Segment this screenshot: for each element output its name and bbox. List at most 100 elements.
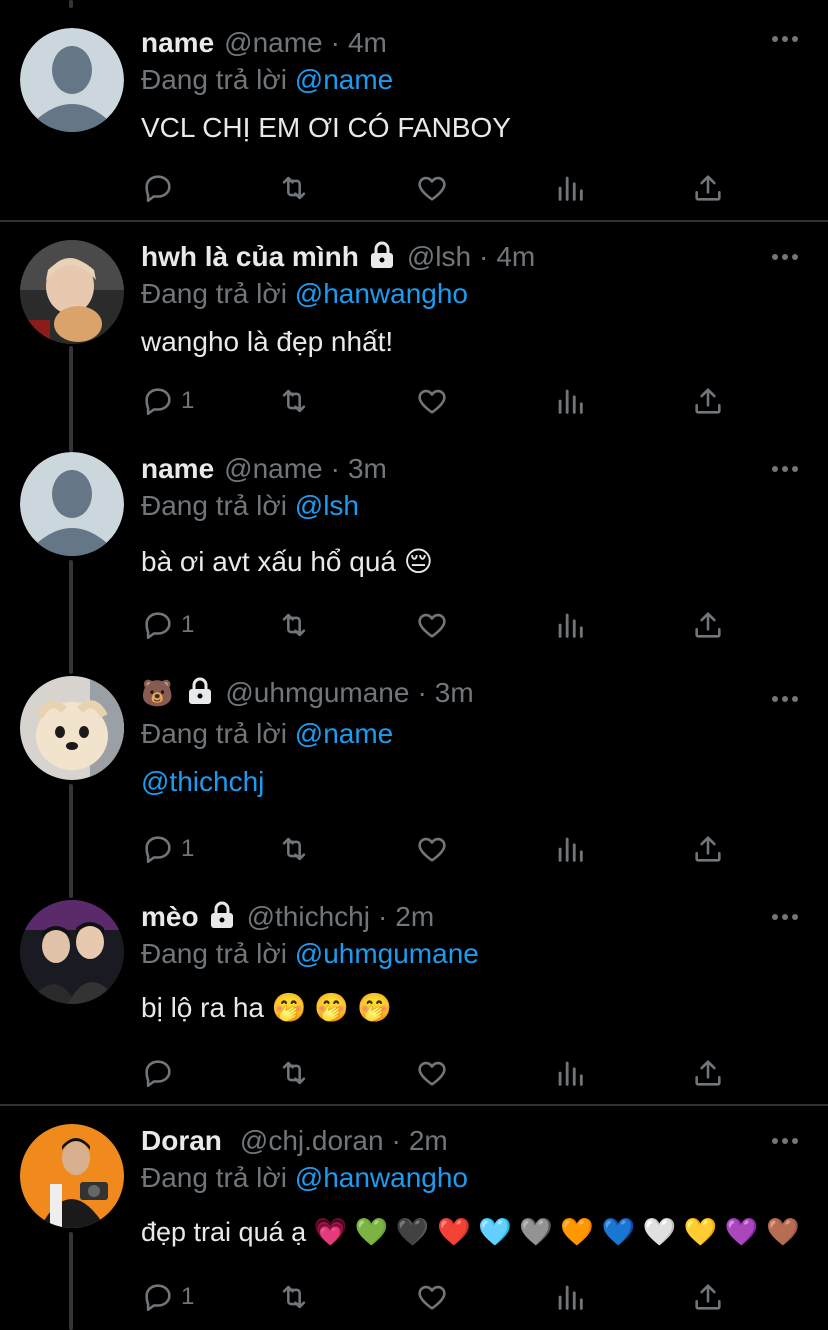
- display-name[interactable]: hwh là của mình: [141, 241, 359, 273]
- more-icon[interactable]: [772, 1136, 798, 1146]
- timestamp[interactable]: 2m: [395, 901, 434, 933]
- tweet[interactable]: mèo @thichchj · 2m Đang trả lời @uhmguma…: [0, 900, 828, 1104]
- tweet[interactable]: hwh là của mình @lsh · 4m Đang trả lời @…: [0, 240, 828, 436]
- handle[interactable]: @thichchj: [247, 901, 370, 933]
- reply-button[interactable]: 1: [141, 1277, 194, 1317]
- more-icon[interactable]: [772, 694, 798, 704]
- analytics-button[interactable]: [553, 829, 587, 869]
- reply-button[interactable]: [141, 1053, 181, 1093]
- reply-mention[interactable]: @uhmgumane: [295, 938, 479, 969]
- timestamp[interactable]: 3m: [348, 453, 387, 485]
- reply-button[interactable]: 1: [141, 605, 194, 645]
- tweet-text[interactable]: @thichchj: [141, 764, 808, 800]
- like-button[interactable]: [415, 381, 449, 421]
- tweet[interactable]: 🐻 @uhmgumane · 3m Đang trả lời @name @th…: [0, 676, 828, 884]
- action-bar: [141, 168, 741, 208]
- retweet-button[interactable]: [277, 1277, 311, 1317]
- retweet-icon: [282, 1061, 306, 1085]
- handle[interactable]: @uhmgumane: [225, 677, 409, 709]
- reply-context: Đang trả lời @name: [141, 716, 808, 752]
- action-bar: 1: [141, 381, 741, 421]
- reply-mention[interactable]: @name: [295, 718, 393, 749]
- avatar[interactable]: [20, 240, 124, 344]
- reply-mention[interactable]: @hanwangho: [295, 1162, 468, 1193]
- retweet-icon: [282, 1285, 306, 1309]
- tweet[interactable]: name @name · 3m Đang trả lời @lsh bà ơi …: [0, 452, 828, 660]
- reply-button[interactable]: 1: [141, 829, 194, 869]
- like-button[interactable]: [415, 1277, 449, 1317]
- analytics-button[interactable]: [553, 605, 587, 645]
- avatar[interactable]: [20, 676, 124, 780]
- share-button[interactable]: [691, 1277, 725, 1317]
- like-button[interactable]: [415, 829, 449, 869]
- display-name[interactable]: name: [141, 27, 214, 59]
- analytics-button[interactable]: [553, 381, 587, 421]
- retweet-button[interactable]: [277, 381, 311, 421]
- timestamp[interactable]: 3m: [435, 677, 474, 709]
- display-name[interactable]: name: [141, 453, 214, 485]
- analytics-icon: [558, 837, 583, 862]
- reply-prefix: Đang trả lời: [141, 490, 287, 521]
- more-icon[interactable]: [772, 912, 798, 922]
- retweet-button[interactable]: [277, 168, 311, 208]
- timestamp[interactable]: 4m: [348, 27, 387, 59]
- avatar[interactable]: [20, 1124, 124, 1228]
- tweet[interactable]: Doran @chj.doran · 2m Đang trả lời @hanw…: [0, 1124, 828, 1330]
- reply-count: 1: [181, 611, 195, 638]
- reply-prefix: Đang trả lời: [141, 64, 287, 95]
- separator-dot: ·: [330, 27, 340, 58]
- reply-count: 1: [181, 1283, 195, 1310]
- tweet-text: wangho là đẹp nhất!: [141, 326, 394, 357]
- share-button[interactable]: [691, 605, 725, 645]
- share-button[interactable]: [691, 829, 725, 869]
- reply-mention[interactable]: @hanwangho: [295, 278, 468, 309]
- reply-mention[interactable]: @lsh: [295, 490, 359, 521]
- reply-count: 1: [181, 387, 195, 414]
- analytics-button[interactable]: [553, 1277, 587, 1317]
- handle[interactable]: @lsh: [407, 241, 471, 273]
- reply-prefix: Đang trả lời: [141, 938, 287, 969]
- avatar[interactable]: [20, 28, 124, 132]
- handle[interactable]: @chj.doran: [240, 1125, 384, 1157]
- handle[interactable]: @name: [224, 453, 322, 485]
- like-button[interactable]: [415, 605, 449, 645]
- more-icon[interactable]: [772, 252, 798, 262]
- timestamp[interactable]: 2m: [409, 1125, 448, 1157]
- like-button[interactable]: [415, 168, 449, 208]
- like-button[interactable]: [415, 1053, 449, 1093]
- more-icon[interactable]: [772, 464, 798, 474]
- tweet-text: đẹp trai quá ạ 💗 💚 🖤 ❤️ 🩵 🩶 🧡 💙 🤍 💛 💜 🤎: [141, 1217, 800, 1247]
- action-bar: 1: [141, 605, 741, 645]
- reply-context: Đang trả lời @hanwangho: [141, 1160, 808, 1196]
- avatar[interactable]: [20, 452, 124, 556]
- display-name[interactable]: 🐻: [141, 678, 173, 709]
- retweet-button[interactable]: [277, 1053, 311, 1093]
- lock-icon: [370, 241, 393, 268]
- share-button[interactable]: [691, 168, 725, 208]
- separator-dot: ·: [479, 241, 489, 272]
- like-icon: [418, 613, 446, 638]
- share-button[interactable]: [691, 1053, 725, 1093]
- tweet[interactable]: name @name · 4m Đang trả lời @name VCL C…: [0, 26, 828, 220]
- analytics-icon: [558, 613, 583, 638]
- more-icon[interactable]: [772, 34, 798, 44]
- display-name[interactable]: mèo: [141, 901, 199, 933]
- reply-button[interactable]: 1: [141, 381, 194, 421]
- reply-icon: [145, 1284, 171, 1312]
- retweet-button[interactable]: [277, 605, 311, 645]
- share-button[interactable]: [691, 381, 725, 421]
- display-name[interactable]: Doran: [141, 1125, 222, 1157]
- avatar[interactable]: [20, 900, 124, 1004]
- reply-context: Đang trả lời @name: [141, 62, 808, 98]
- retweet-button[interactable]: [277, 829, 311, 869]
- handle[interactable]: @name: [224, 27, 322, 59]
- share-icon: [695, 836, 721, 862]
- analytics-button[interactable]: [553, 1053, 587, 1093]
- analytics-button[interactable]: [553, 168, 587, 208]
- reply-mention[interactable]: @name: [295, 64, 393, 95]
- analytics-icon: [558, 1285, 583, 1310]
- timestamp[interactable]: 4m: [496, 241, 535, 273]
- separator-dot: ·: [417, 677, 427, 708]
- reply-button[interactable]: [141, 168, 181, 208]
- analytics-icon: [558, 389, 583, 414]
